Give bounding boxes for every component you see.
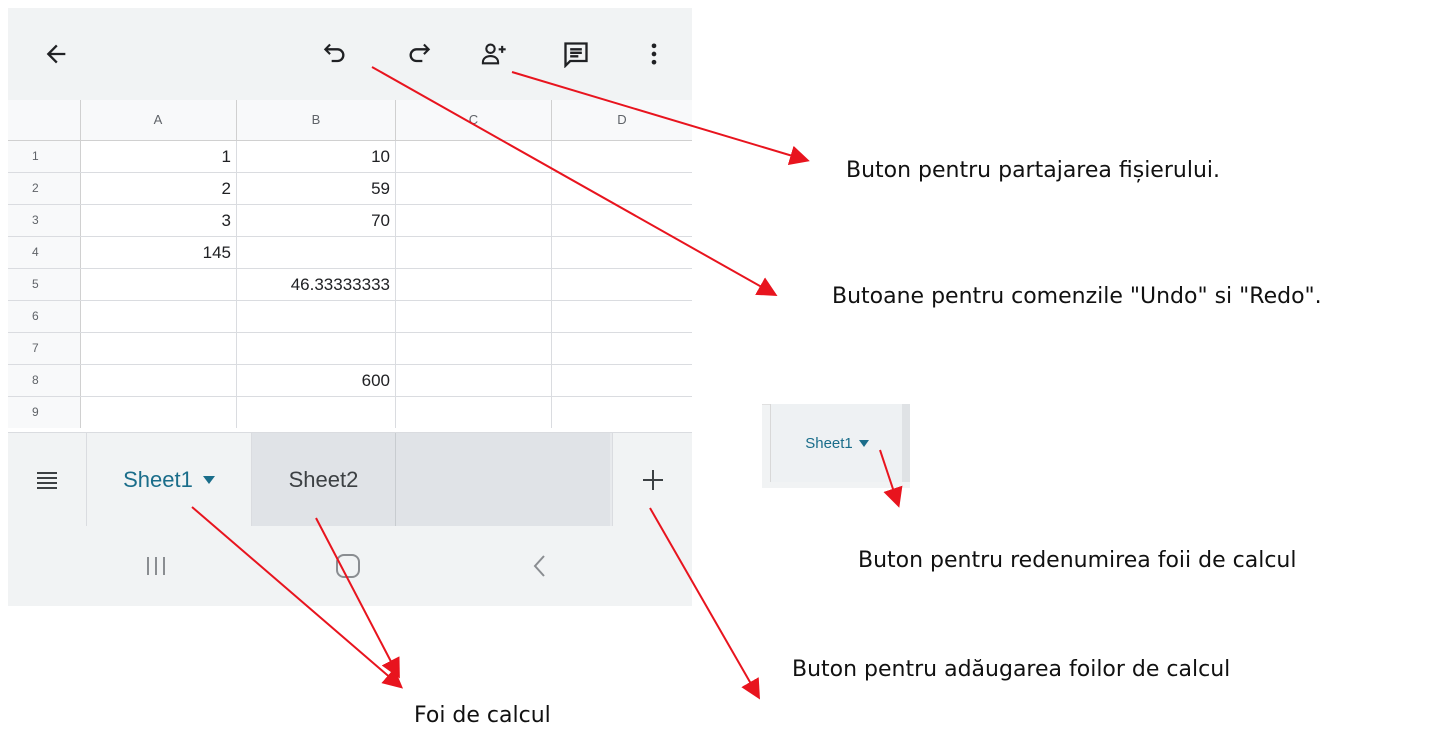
cell-a9[interactable] xyxy=(80,397,237,428)
back-button[interactable] xyxy=(36,34,76,74)
column-header-d[interactable]: D xyxy=(552,100,692,140)
table-row: 4 145 xyxy=(8,237,692,269)
table-row: 9 xyxy=(8,397,692,433)
row-number[interactable]: 7 xyxy=(8,333,81,364)
cell-c1[interactable] xyxy=(396,141,552,172)
cell-c4[interactable] xyxy=(396,237,552,268)
cell-a3[interactable]: 3 xyxy=(80,205,237,236)
redo-button[interactable] xyxy=(400,34,440,74)
annotation-rename: Buton pentru redenumirea foii de calcul xyxy=(858,548,1297,573)
cell-c5[interactable] xyxy=(396,269,552,300)
cell-a6[interactable] xyxy=(80,301,237,332)
row-number[interactable]: 3 xyxy=(8,205,81,236)
cell-c7[interactable] xyxy=(396,333,552,364)
row-number[interactable]: 5 xyxy=(8,269,81,300)
cell-a2[interactable]: 2 xyxy=(80,173,237,204)
table-row: 8 600 xyxy=(8,365,692,397)
add-sheet-button[interactable] xyxy=(612,433,692,526)
comment-button[interactable] xyxy=(556,34,596,74)
annotation-undo-redo: Butoane pentru comenzile "Undo" si "Redo… xyxy=(832,284,1322,309)
plus-icon xyxy=(643,469,663,490)
inset-grid-strip xyxy=(762,378,910,405)
cell-b9[interactable] xyxy=(237,397,396,428)
cell-c2[interactable] xyxy=(396,173,552,204)
annotation-add-sheet: Buton pentru adăugarea foilor de calcul xyxy=(792,657,1231,682)
row-number[interactable]: 2 xyxy=(8,173,81,204)
back-nav-button[interactable] xyxy=(510,544,570,588)
cell-b2[interactable]: 59 xyxy=(237,173,396,204)
cell-a7[interactable] xyxy=(80,333,237,364)
cell-b1[interactable]: 10 xyxy=(237,141,396,172)
select-all-corner[interactable] xyxy=(8,100,81,140)
table-row: 3 3 70 xyxy=(8,205,692,237)
annotation-share: Buton pentru partajarea fișierului. xyxy=(846,158,1220,183)
inset-tab-label: Sheet1 xyxy=(805,434,853,452)
cell-a4[interactable]: 145 xyxy=(80,237,237,268)
column-header-b[interactable]: B xyxy=(237,100,396,140)
column-header-a[interactable]: A xyxy=(80,100,237,140)
share-button[interactable] xyxy=(474,34,514,74)
tab-bar-empty-space xyxy=(396,433,610,526)
more-vert-icon xyxy=(651,43,657,65)
row-number[interactable]: 8 xyxy=(8,365,81,396)
table-row: 6 xyxy=(8,301,692,333)
top-toolbar xyxy=(8,8,692,100)
home-button[interactable] xyxy=(318,544,378,588)
redo-icon xyxy=(409,43,431,63)
cell-b8[interactable]: 600 xyxy=(237,365,396,396)
more-button[interactable] xyxy=(634,34,674,74)
table-row: 5 46.33333333 xyxy=(8,269,692,301)
tab-sheet2[interactable]: Sheet2 xyxy=(252,433,396,526)
row-number[interactable]: 4 xyxy=(8,237,81,268)
row-number[interactable]: 6 xyxy=(8,301,81,332)
column-headers: A B C D xyxy=(8,100,692,141)
inset-edge xyxy=(902,404,910,482)
sheet-tab-bar: Sheet1 Sheet2 xyxy=(8,433,692,526)
zoomed-sheet-tab-inset: Sheet1 xyxy=(762,378,910,488)
recent-apps-button[interactable] xyxy=(126,544,186,588)
tab-sheet2-label: Sheet2 xyxy=(288,466,359,492)
home-icon xyxy=(336,554,360,578)
back-chevron-icon xyxy=(533,555,545,577)
list-menu-icon xyxy=(37,471,57,489)
recent-apps-icon xyxy=(147,557,165,575)
cell-c6[interactable] xyxy=(396,301,552,332)
add-person-icon xyxy=(481,43,506,65)
annotation-sheets: Foi de calcul xyxy=(414,703,551,728)
system-nav-bar xyxy=(8,526,692,606)
cell-a8[interactable] xyxy=(80,365,237,396)
cell-b3[interactable]: 70 xyxy=(237,205,396,236)
table-row: 1 1 10 xyxy=(8,141,692,173)
cell-b4[interactable] xyxy=(237,237,396,268)
cell-b6[interactable] xyxy=(237,301,396,332)
inset-tab-sheet1[interactable]: Sheet1 xyxy=(770,404,904,482)
row-number[interactable]: 1 xyxy=(8,141,81,172)
tab-sheet1[interactable]: Sheet1 xyxy=(87,433,252,526)
column-header-c[interactable]: C xyxy=(396,100,552,140)
cell-c8[interactable] xyxy=(396,365,552,396)
dropdown-triangle-icon[interactable] xyxy=(202,475,215,484)
table-row: 2 2 59 xyxy=(8,173,692,205)
table-row: 7 xyxy=(8,333,692,365)
all-sheets-button[interactable] xyxy=(8,433,87,526)
cell-c3[interactable] xyxy=(396,205,552,236)
undo-icon xyxy=(323,43,345,63)
cell-b5[interactable]: 46.33333333 xyxy=(237,269,396,300)
undo-button[interactable] xyxy=(314,34,354,74)
cell-a1[interactable]: 1 xyxy=(80,141,237,172)
row-number[interactable]: 9 xyxy=(8,397,81,428)
cell-c9[interactable] xyxy=(396,397,552,428)
tab-sheet1-label: Sheet1 xyxy=(123,466,193,492)
back-arrow-icon xyxy=(46,44,66,64)
rename-dropdown-icon[interactable] xyxy=(858,439,869,447)
spreadsheet-app: A B C D 1 1 10 2 2 59 3 3 70 4 145 5 46.… xyxy=(8,8,692,606)
cell-a5[interactable] xyxy=(80,269,237,300)
comment-icon xyxy=(564,42,588,68)
cell-b7[interactable] xyxy=(237,333,396,364)
